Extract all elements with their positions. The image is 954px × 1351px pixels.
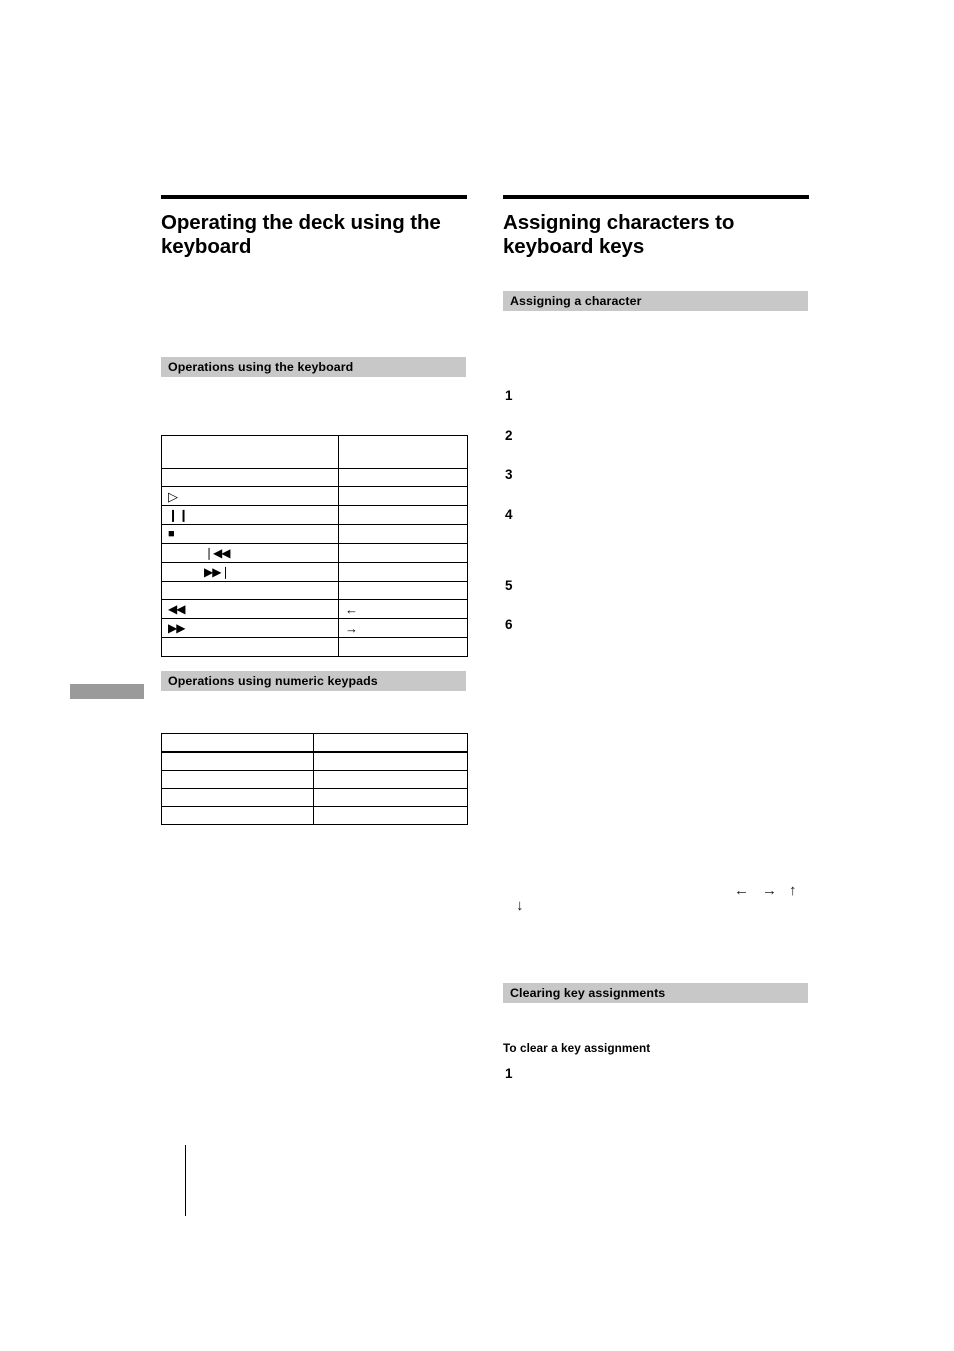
cell-key (338, 562, 468, 582)
table-row (161, 435, 468, 469)
cell-operation: ■ (161, 524, 339, 544)
up-arrow-icon: ↑ (789, 882, 797, 899)
cell-operation (161, 788, 314, 807)
cell-key (338, 543, 468, 563)
table-row: ▶▶ → (161, 618, 468, 638)
numeric-keypad-table-body (161, 733, 468, 825)
right-section-title: Assigning characters to keyboard keys (503, 211, 735, 258)
fast-forward-icon: ▶▶ (168, 621, 185, 636)
bottom-vertical-rule (185, 1145, 186, 1216)
bar-heading-operations-keypads: Operations using numeric keypads (161, 671, 466, 691)
table-row (161, 806, 468, 825)
stop-icon: ■ (168, 527, 175, 540)
keyboard-operations-table: ▷ ❙❙ ■ ❘◀◀ ▶▶❘ ◀◀ ← ▶▶ → (161, 435, 468, 657)
cell-operation (161, 806, 314, 825)
cell-operation (161, 637, 339, 657)
table-row (161, 637, 468, 657)
cell-key (338, 505, 468, 525)
cell-operation: ▶▶ (161, 618, 339, 638)
left-arrow-icon: ← (345, 601, 358, 617)
right-section-rule (503, 195, 809, 199)
assign-step-1-number: 1 (505, 388, 513, 403)
cell-key: ← (338, 599, 468, 619)
keyboard-operations-table-body: ▷ ❙❙ ■ ❘◀◀ ▶▶❘ ◀◀ ← ▶▶ → (161, 435, 468, 657)
assign-step-5-number: 5 (505, 578, 513, 593)
cell-operation: ▶▶❘ (161, 562, 339, 582)
table-row: ▷ (161, 486, 468, 506)
assign-step-2-number: 2 (505, 428, 513, 443)
table-row (161, 581, 468, 600)
table-row (161, 788, 468, 807)
manual-page: Operating the deck using the keyboard Op… (0, 0, 954, 1351)
bar-heading-operations-keyboard: Operations using the keyboard (161, 357, 466, 377)
cell-key (338, 486, 468, 506)
cell-key (313, 733, 468, 753)
cell-operation (161, 770, 314, 789)
table-row (161, 468, 468, 487)
down-arrow-icon: ↓ (516, 897, 524, 914)
cell-key (338, 524, 468, 544)
right-arrow-icon: → (345, 620, 358, 636)
next-track-icon: ▶▶❘ (204, 565, 230, 580)
cell-key (338, 637, 468, 657)
rewind-icon: ◀◀ (168, 602, 185, 617)
clearing-step-1-number: 1 (505, 1066, 513, 1081)
numeric-keypad-table (161, 733, 468, 825)
right-arrow-icon: → (762, 882, 777, 899)
assign-step-6-number: 6 (505, 617, 513, 632)
bar-heading-clearing-assignments: Clearing key assignments (503, 983, 808, 1003)
play-icon: ▷ (168, 488, 178, 504)
bar-heading-assigning-character: Assigning a character (503, 291, 808, 311)
table-row (161, 733, 468, 753)
cell-key (313, 788, 468, 807)
assign-step-4-number: 4 (505, 507, 513, 522)
cell-operation (161, 581, 339, 600)
assign-step-3-number: 3 (505, 467, 513, 482)
pause-icon: ❙❙ (168, 508, 190, 523)
left-section-title: Operating the deck using the keyboard (161, 211, 441, 258)
table-row (161, 751, 468, 771)
table-row: ■ (161, 524, 468, 544)
clearing-sub-heading: To clear a key assignment (503, 1041, 651, 1055)
cell-key (338, 581, 468, 600)
cell-operation (161, 468, 339, 487)
cell-operation (161, 733, 314, 753)
left-section-rule (161, 195, 467, 199)
cell-key (338, 435, 468, 469)
cell-operation: ◀◀ (161, 599, 339, 619)
cell-operation (161, 751, 314, 771)
cell-key (313, 770, 468, 789)
cell-operation: ❘◀◀ (161, 543, 339, 563)
table-row: ◀◀ ← (161, 599, 468, 619)
cell-key: → (338, 618, 468, 638)
cell-key (313, 806, 468, 825)
cell-operation: ▷ (161, 486, 339, 506)
table-row: ❘◀◀ (161, 543, 468, 563)
table-row: ▶▶❘ (161, 562, 468, 582)
page-tab-marker (70, 684, 144, 699)
left-arrow-icon: ← (734, 882, 749, 899)
cell-key (338, 468, 468, 487)
cell-key (313, 751, 468, 771)
table-row: ❙❙ (161, 505, 468, 525)
previous-track-icon: ❘◀◀ (204, 546, 230, 561)
cell-operation: ❙❙ (161, 505, 339, 525)
table-row (161, 770, 468, 789)
cell-operation (161, 435, 339, 469)
